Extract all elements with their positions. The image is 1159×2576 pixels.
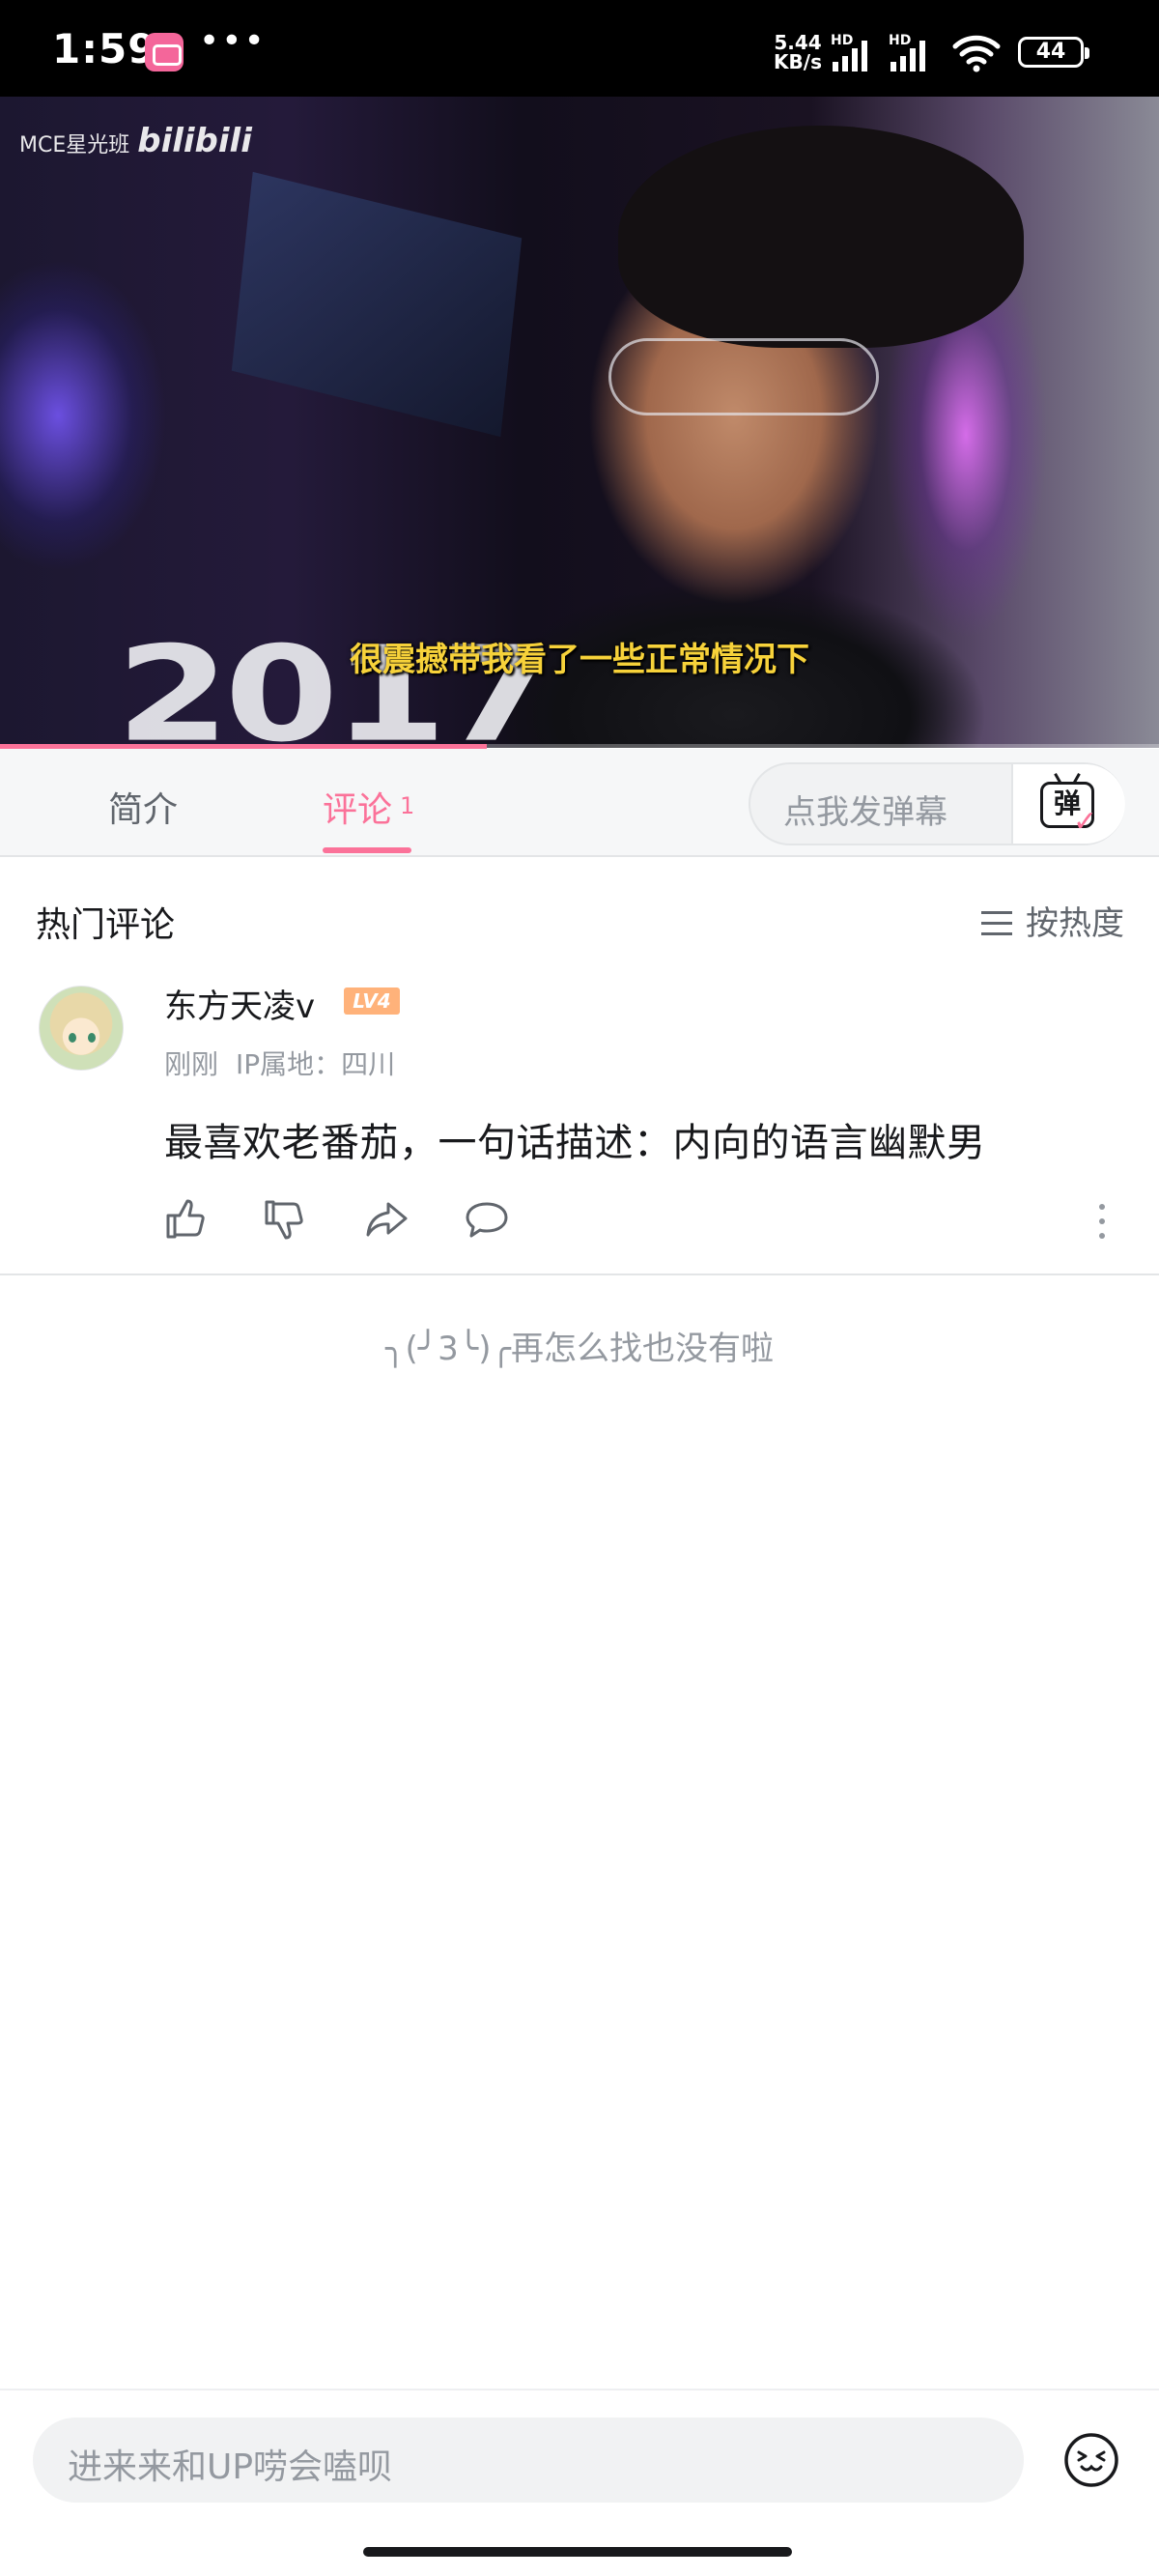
danmaku-input[interactable]: 点我发弹幕 <box>783 786 947 833</box>
battery-icon: 44 <box>1018 37 1089 68</box>
network-speed-value: 5.44 <box>774 31 822 54</box>
tab-comments[interactable]: 评论 1 <box>323 782 414 832</box>
danmaku-toggle-button[interactable]: 弹 ✓ <box>1013 764 1125 844</box>
sort-label: 按热度 <box>1026 904 1124 943</box>
tab-active-indicator <box>323 847 411 853</box>
bilibili-logo: bilibili <box>137 122 252 160</box>
reply-placeholder: 进来来和UP唠会嗑呗 <box>68 2447 393 2487</box>
watermark-text: MCE星光班 <box>19 133 130 157</box>
dislike-icon[interactable] <box>261 1196 307 1243</box>
check-icon: ✓ <box>1073 805 1098 839</box>
video-watermark: MCE星光班 bilibili <box>19 122 252 160</box>
video-subtitle: 很震撼带我看了一些正常情况下 <box>350 641 809 679</box>
more-notifications-icon: ••• <box>199 21 267 61</box>
network-speed: 5.44 KB/s <box>769 33 827 72</box>
video-player[interactable]: 2017 MCE星光班 bilibili 很震撼带我看了一些正常情况下 <box>0 97 1159 748</box>
video-person <box>618 126 1024 348</box>
reply-input[interactable]: 进来来和UP唠会嗑呗 <box>33 2418 1024 2503</box>
comments-count: 1 <box>400 792 415 819</box>
share-icon[interactable] <box>363 1196 410 1243</box>
comment-time: 刚刚 <box>164 1048 219 1080</box>
tab-comments-label: 评论 <box>323 790 393 830</box>
bottom-divider <box>0 2389 1159 2390</box>
more-icon[interactable] <box>1097 1202 1107 1241</box>
bilibili-app-icon <box>145 33 184 72</box>
comment-meta: 刚刚 IP属地：四川 <box>164 1044 395 1082</box>
sort-button[interactable]: 按热度 <box>981 897 1124 944</box>
video-person-glasses <box>608 338 879 415</box>
hot-comments-title: 热门评论 <box>36 905 176 945</box>
comment-text: 最喜欢老番茄，一句话描述：内向的语言幽默男 <box>164 1121 986 1165</box>
level-badge: LV4 <box>344 987 400 1015</box>
danmaku-bar: 点我发弹幕 弹 ✓ <box>749 762 1125 845</box>
emoji-icon[interactable] <box>1062 2431 1120 2489</box>
end-of-comments-message: ╮(╯3╰)╭再怎么找也没有啦 <box>384 1330 775 1368</box>
signal-icon <box>833 39 875 72</box>
reply-icon[interactable] <box>464 1196 510 1243</box>
tab-intro[interactable]: 简介 <box>108 782 178 832</box>
comment-divider <box>0 1274 1159 1275</box>
tab-bar: 简介 评论 1 点我发弹幕 弹 ✓ <box>0 749 1159 857</box>
comment-ip-location: IP属地：四川 <box>236 1048 396 1080</box>
comment-username[interactable]: 东方天凌v <box>164 980 315 1027</box>
status-time: 1:59 <box>52 25 157 72</box>
network-speed-unit: KB/s <box>774 50 822 73</box>
avatar[interactable] <box>39 986 124 1071</box>
wifi-icon <box>952 35 1001 72</box>
status-bar: 1:59 ••• 5.44 KB/s HD HD 44 <box>0 0 1159 97</box>
home-indicator[interactable] <box>363 2547 792 2557</box>
video-background-poster <box>231 171 523 438</box>
sort-icon <box>981 911 1012 936</box>
signal-icon-2 <box>890 39 933 72</box>
like-icon[interactable] <box>162 1196 209 1243</box>
